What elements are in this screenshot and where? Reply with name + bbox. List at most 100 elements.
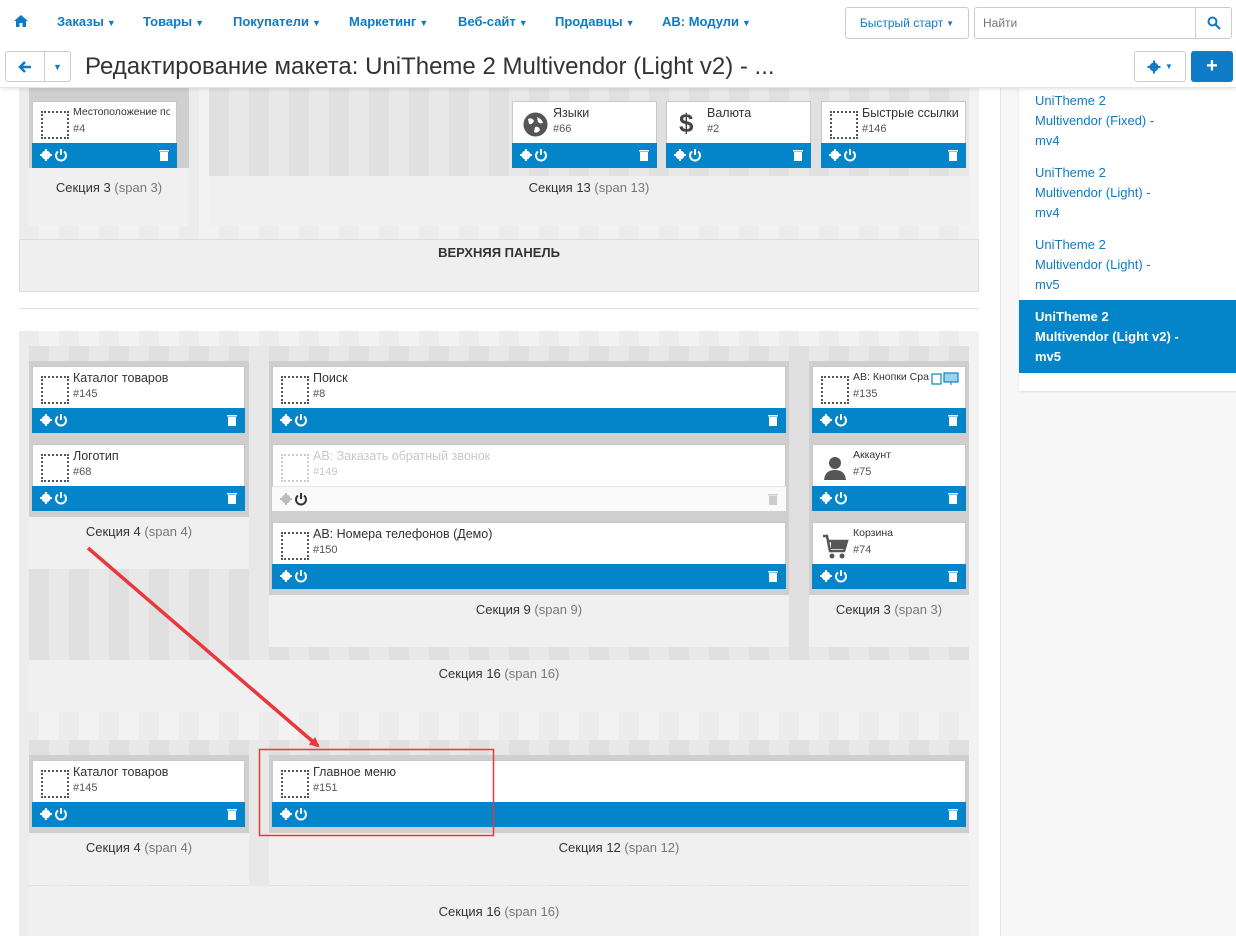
power-icon[interactable] [294, 569, 308, 583]
gear-icon[interactable] [819, 569, 833, 583]
power-icon[interactable] [834, 413, 848, 427]
power-icon[interactable] [294, 492, 308, 506]
block-toolbar [32, 486, 245, 511]
gear-icon[interactable] [39, 807, 53, 821]
power-icon[interactable] [834, 569, 848, 583]
block-toolbar [272, 486, 786, 511]
search-icon [1207, 16, 1221, 30]
trash-icon[interactable] [225, 491, 239, 505]
block-catalog[interactable]: Каталог товаров #145 [32, 366, 245, 433]
power-icon[interactable] [688, 148, 702, 162]
trash-icon[interactable] [637, 148, 651, 162]
block-placeholder-icon [821, 376, 849, 404]
trash-icon[interactable] [946, 413, 960, 427]
block-placeholder-icon [281, 770, 309, 798]
gear-icon[interactable] [819, 413, 833, 427]
trash-icon[interactable] [946, 491, 960, 505]
home-icon[interactable] [13, 13, 29, 29]
block-phone-numbers[interactable]: AB: Номера телефонов (Демо) #150 [272, 522, 786, 589]
nav-orders[interactable]: Заказы ▼ [57, 14, 116, 29]
gear-icon[interactable] [828, 148, 842, 162]
add-button[interactable]: + [1191, 51, 1233, 82]
layout-link-fixed-mv4[interactable]: UniTheme 2 Multivendor (Fixed) - mv4 [1019, 91, 1236, 151]
search-input[interactable] [974, 7, 1196, 39]
trash-icon[interactable] [157, 148, 171, 162]
block-cart[interactable]: Корзина #74 [812, 522, 966, 589]
gear-icon [1147, 60, 1161, 73]
nav-products[interactable]: Товары ▼ [143, 14, 204, 29]
block-languages[interactable]: Языки #66 [512, 101, 657, 168]
gear-icon[interactable] [519, 148, 533, 162]
nav-marketing[interactable]: Маркетинг ▼ [349, 14, 428, 29]
trash-icon[interactable] [946, 569, 960, 583]
layout-link-light-v2-mv5[interactable]: UniTheme 2 Multivendor (Light v2) - mv5 [1019, 300, 1236, 373]
block-catalog[interactable]: Каталог товаров #145 [32, 760, 245, 827]
gear-icon[interactable] [673, 148, 687, 162]
trash-icon[interactable] [766, 413, 780, 427]
back-dropdown[interactable]: ▼ [44, 51, 71, 82]
back-button[interactable] [5, 51, 45, 82]
block-placeholder-icon [41, 770, 69, 798]
layout-link-light-mv4[interactable]: UniTheme 2 Multivendor (Light) - mv4 [1019, 163, 1236, 223]
block-toolbar [812, 408, 966, 433]
power-icon[interactable] [54, 413, 68, 427]
caret-down-icon: ▼ [53, 61, 62, 72]
block-search[interactable]: Поиск #8 [272, 366, 786, 433]
block-toolbar [32, 802, 245, 827]
gear-icon[interactable] [279, 492, 293, 506]
globe-icon [523, 112, 548, 137]
block-toolbar [821, 143, 966, 168]
trash-icon[interactable] [766, 569, 780, 583]
arrow-left-icon [18, 60, 31, 73]
block-location[interactable]: Местоположение по... #4 [32, 101, 177, 168]
gear-icon[interactable] [279, 569, 293, 583]
section-label: Секция 4 (span 4) [85, 524, 193, 539]
power-icon[interactable] [843, 148, 857, 162]
quick-start-button[interactable]: Быстрый старт ▼ [845, 7, 969, 39]
block-currency[interactable]: $ Валюта #2 [666, 101, 811, 168]
gear-icon[interactable] [279, 413, 293, 427]
block-toolbar [32, 408, 245, 433]
block-quick-links[interactable]: Быстрые ссылки #146 [821, 101, 966, 168]
block-toolbar [512, 143, 657, 168]
trash-icon[interactable] [946, 148, 960, 162]
trash-icon[interactable] [225, 807, 239, 821]
block-account[interactable]: Аккаунт #75 [812, 444, 966, 511]
block-toolbar [272, 802, 966, 827]
layouts-list: UniTheme 2 Multivendor (Fixed) - mv4 UniTh… [1019, 88, 1236, 391]
gear-icon[interactable] [39, 413, 53, 427]
nav-website[interactable]: Веб-сайт ▼ [458, 14, 528, 29]
search-button[interactable] [1195, 7, 1232, 39]
gear-icon[interactable] [279, 807, 293, 821]
power-icon[interactable] [54, 807, 68, 821]
power-icon[interactable] [54, 148, 68, 162]
power-icon[interactable] [834, 491, 848, 505]
block-callback[interactable]: AB: Заказать обратный звонок #149 [272, 444, 786, 511]
nav-ab-modules[interactable]: AB: Модули ▼ [662, 14, 751, 29]
layout-link-light-mv5[interactable]: UniTheme 2 Multivendor (Light) - mv5 [1019, 235, 1236, 295]
trash-icon[interactable] [791, 148, 805, 162]
section-label: Секция 12 (span 12) [558, 840, 680, 855]
nav-customers[interactable]: Покупатели ▼ [233, 14, 321, 29]
block-compare-buttons[interactable]: AB: Кнопки Сра... #135 [812, 366, 966, 433]
block-main-menu[interactable]: Главное меню #151 [272, 760, 966, 827]
trash-icon[interactable] [946, 807, 960, 821]
power-icon[interactable] [534, 148, 548, 162]
gear-icon[interactable] [39, 148, 53, 162]
nav-vendors[interactable]: Продавцы ▼ [555, 14, 635, 29]
power-icon[interactable] [294, 413, 308, 427]
compare-icon [931, 372, 959, 385]
block-placeholder-icon [41, 111, 69, 139]
power-icon[interactable] [294, 807, 308, 821]
block-logo[interactable]: Логотип #68 [32, 444, 245, 511]
trash-icon[interactable] [225, 413, 239, 427]
plus-icon: + [1206, 55, 1218, 77]
settings-button[interactable]: ▼ [1134, 51, 1186, 82]
gear-icon[interactable] [819, 491, 833, 505]
trash-icon[interactable] [766, 492, 780, 506]
block-placeholder-icon [830, 111, 858, 139]
power-icon[interactable] [54, 491, 68, 505]
top-navigation: Заказы ▼ Товары ▼ Покупатели ▼ Маркетинг ▼ В… [0, 0, 1236, 45]
gear-icon[interactable] [39, 491, 53, 505]
block-toolbar [272, 564, 786, 589]
